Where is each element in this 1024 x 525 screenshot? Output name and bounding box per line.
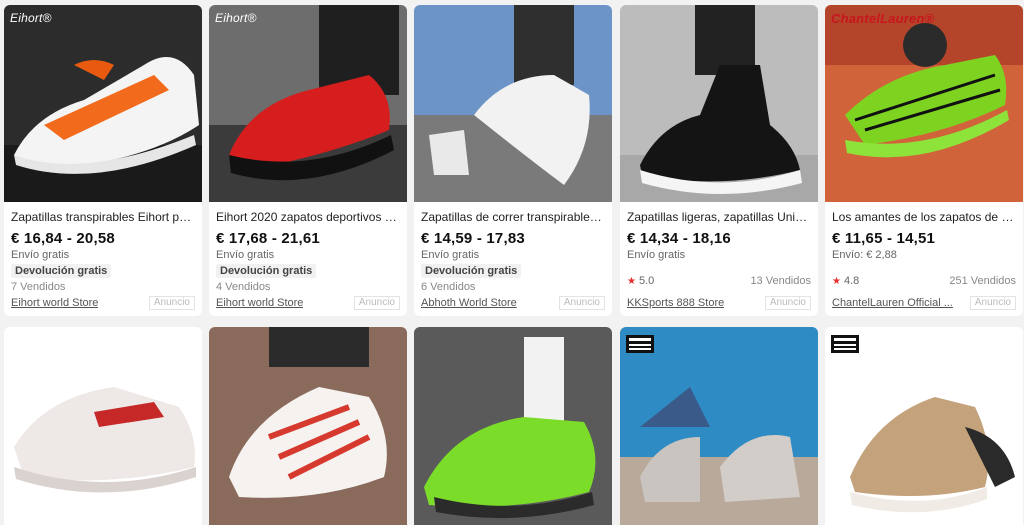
store-link[interactable]: Eihort world Store: [11, 297, 98, 309]
ad-label: Anuncio: [558, 296, 605, 310]
sold-count: 6 Vendidos: [421, 281, 476, 293]
product-title[interactable]: Zapatillas de correr transpirables ...: [421, 210, 605, 225]
product-price: € 14,59 - 17,83: [421, 230, 525, 247]
store-link[interactable]: ChantelLauren Official ...: [832, 297, 953, 309]
product-image[interactable]: [209, 327, 407, 525]
sold-count: 13 Vendidos: [750, 275, 811, 287]
shipping-info: Envío gratis: [627, 249, 686, 261]
product-image[interactable]: Eihort®: [4, 5, 202, 202]
product-card[interactable]: Zapatillas ligeras, zapatillas Unisex...…: [620, 5, 818, 316]
product-price: € 17,68 - 21,61: [216, 230, 320, 247]
product-price: € 11,65 - 14,51: [832, 230, 936, 247]
store-link[interactable]: Abhoth World Store: [421, 297, 517, 309]
product-card[interactable]: [209, 327, 407, 525]
brand-logo-icon: [626, 335, 654, 353]
product-title[interactable]: Los amantes de los zapatos de los ...: [832, 210, 1016, 225]
ad-label: Anuncio: [969, 296, 1016, 310]
ad-label: Anuncio: [353, 296, 400, 310]
shipping-info: Envío gratis: [11, 249, 70, 261]
brand-logo: Eihort®: [10, 11, 52, 25]
store-link[interactable]: Eihort world Store: [216, 297, 303, 309]
rating-value: 5.0: [638, 275, 655, 287]
free-return-badge: Devolución gratis: [421, 264, 522, 278]
free-return-badge: Devolución gratis: [11, 264, 112, 278]
star-icon: ★: [832, 276, 841, 287]
star-icon: ★: [627, 276, 636, 287]
product-image[interactable]: [620, 5, 818, 202]
product-title[interactable]: Zapatillas transpirables Eihort par...: [11, 210, 195, 225]
ad-label: Anuncio: [764, 296, 811, 310]
product-card[interactable]: Eihort® Eihort 2020 zapatos deportivos d…: [209, 5, 407, 316]
product-image[interactable]: [414, 5, 612, 202]
product-price: € 16,84 - 20,58: [11, 230, 115, 247]
product-image[interactable]: Eihort®: [209, 5, 407, 202]
product-image[interactable]: [620, 327, 818, 525]
product-image[interactable]: [825, 327, 1023, 525]
product-image[interactable]: [414, 327, 612, 525]
product-card[interactable]: [825, 327, 1023, 525]
ad-label: Anuncio: [148, 296, 195, 310]
shipping-info: Envío: € 2,88: [832, 249, 897, 261]
product-card[interactable]: ChantelLauren® Los amantes de los zapato…: [825, 5, 1023, 316]
brand-logo: Eihort®: [215, 11, 257, 25]
store-link[interactable]: KKSports 888 Store: [627, 297, 724, 309]
sold-count: 251 Vendidos: [949, 275, 1016, 287]
brand-logo: ChantelLauren®: [831, 11, 935, 26]
product-image[interactable]: [4, 327, 202, 525]
product-title[interactable]: Zapatillas ligeras, zapatillas Unisex...: [627, 210, 811, 225]
product-card[interactable]: [4, 327, 202, 525]
product-title[interactable]: Eihort 2020 zapatos deportivos de ...: [216, 210, 400, 225]
shipping-info: Envío gratis: [216, 249, 275, 261]
product-card[interactable]: Eihort® Zapatillas transpirables Eihort …: [4, 5, 202, 316]
free-return-badge: Devolución gratis: [216, 264, 317, 278]
product-card[interactable]: [620, 327, 818, 525]
brand-logo-icon: [831, 335, 859, 353]
product-card[interactable]: [414, 327, 612, 525]
product-grid: Eihort® Zapatillas transpirables Eihort …: [0, 0, 1024, 525]
product-price: € 14,34 - 18,16: [627, 230, 731, 247]
product-card[interactable]: Zapatillas de correr transpirables ... €…: [414, 5, 612, 316]
rating-value: 4.8: [843, 275, 860, 287]
sold-count: 7 Vendidos: [11, 281, 66, 293]
shipping-info: Envío gratis: [421, 249, 480, 261]
sold-count: 4 Vendidos: [216, 281, 271, 293]
product-image[interactable]: ChantelLauren®: [825, 5, 1023, 202]
